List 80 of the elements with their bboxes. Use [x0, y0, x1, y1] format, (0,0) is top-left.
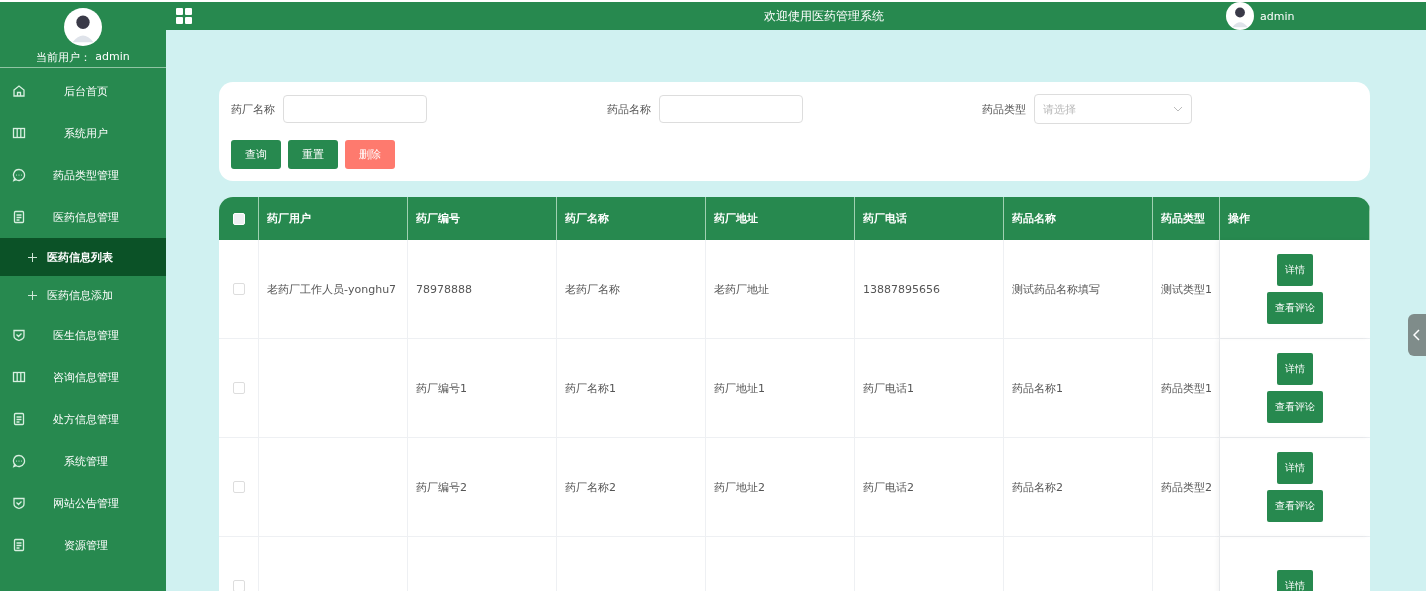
- table-cell: 老药厂地址: [714, 281, 769, 297]
- chevron-down-icon: [1173, 106, 1184, 112]
- chat-icon: [12, 454, 26, 468]
- table-cell: 药品类型2: [1161, 479, 1212, 495]
- column-header: 药厂名称: [557, 197, 706, 240]
- table-cell: 药厂名称2: [565, 479, 616, 495]
- field-label: 药品名称: [606, 101, 649, 117]
- document-icon: [12, 538, 26, 552]
- table-cell: 测试类型1: [1161, 281, 1212, 297]
- header-title: 欢迎使用医药管理系统: [764, 8, 884, 23]
- collapse-tab[interactable]: [1408, 314, 1426, 356]
- table-cell: 78978888: [416, 282, 472, 296]
- plus-icon: [28, 252, 37, 262]
- table-cell: 药厂编号1: [416, 380, 467, 396]
- table-cell: 药品名称2: [1012, 479, 1063, 495]
- row-checkbox[interactable]: [232, 283, 245, 295]
- column-header: 药厂用户: [259, 197, 408, 240]
- action-button[interactable]: 重置: [288, 140, 338, 169]
- shield-icon: [12, 496, 26, 510]
- table-cell: 药品名称1: [1012, 380, 1063, 396]
- row-checkbox[interactable]: [232, 580, 245, 591]
- menu-item[interactable]: 医生信息管理: [0, 314, 166, 356]
- table-cell: 老药厂工作人员-yonghu7: [267, 281, 397, 297]
- document-icon: [12, 412, 26, 426]
- document-icon: [12, 210, 26, 224]
- chat-icon: [12, 168, 26, 182]
- menu-item[interactable]: 后台首页: [0, 70, 166, 112]
- column-header: 药品名称: [1004, 197, 1153, 240]
- columns-icon: [12, 126, 26, 140]
- detail-button[interactable]: 详情: [1277, 254, 1313, 286]
- column-header: 药品类型: [1153, 197, 1220, 240]
- table-cell: 测试药品名称填写: [1012, 281, 1100, 297]
- field-label: 药厂名称: [231, 101, 273, 117]
- table-cell: 药厂电话1: [863, 380, 914, 396]
- menu-item[interactable]: 资源管理: [0, 524, 166, 566]
- chevron-left-icon: [1413, 329, 1421, 341]
- input-field[interactable]: [283, 95, 427, 123]
- input-field[interactable]: [658, 95, 803, 123]
- menu-item[interactable]: 处方信息管理: [0, 398, 166, 440]
- table-cell: 老药厂名称: [565, 281, 620, 297]
- columns-icon: [12, 370, 26, 384]
- comments-button[interactable]: 查看评论: [1267, 391, 1323, 423]
- detail-button[interactable]: 详情: [1277, 452, 1313, 484]
- menu-item[interactable]: 系统用户: [0, 112, 166, 154]
- action-button[interactable]: 删除: [345, 140, 395, 169]
- column-header: 药厂电话: [855, 197, 1004, 240]
- row-checkbox[interactable]: [232, 481, 245, 493]
- table-cell: 药厂地址2: [714, 479, 765, 495]
- table-cell: 药厂电话2: [863, 479, 914, 495]
- table-cell: 药厂地址1: [714, 380, 765, 396]
- select-all-checkbox[interactable]: [232, 212, 245, 225]
- action-button[interactable]: 查询: [231, 140, 281, 169]
- header-user-name[interactable]: admin: [1260, 9, 1295, 23]
- column-header: 药厂地址: [706, 197, 855, 240]
- table-cell: 药厂编号2: [416, 479, 467, 495]
- row-checkbox[interactable]: [232, 382, 245, 394]
- table-cell: 13887895656: [863, 282, 940, 296]
- avatar-icon: [64, 8, 102, 46]
- detail-button[interactable]: 详情: [1277, 570, 1313, 591]
- detail-button[interactable]: 详情: [1277, 353, 1313, 385]
- menu-item[interactable]: 网站公告管理: [0, 482, 166, 524]
- submenu-item[interactable]: 医药信息添加: [0, 276, 166, 314]
- menu-item[interactable]: 系统管理: [0, 440, 166, 482]
- shield-icon: [12, 328, 26, 342]
- current-user-label: 当前用户：: [36, 50, 92, 65]
- menu-item[interactable]: 咨询信息管理: [0, 356, 166, 398]
- submenu-item[interactable]: 医药信息列表: [0, 238, 166, 276]
- grid-menu-icon[interactable]: [176, 8, 192, 24]
- field-label: 药品类型: [982, 101, 1025, 117]
- column-header: 药厂编号: [408, 197, 557, 240]
- comments-button[interactable]: 查看评论: [1267, 490, 1323, 522]
- current-user-name: admin: [95, 50, 130, 65]
- plus-icon: [28, 290, 37, 300]
- home-icon: [12, 84, 26, 98]
- menu-item[interactable]: 医药信息管理: [0, 196, 166, 238]
- table-cell: 药品类型1: [1161, 380, 1212, 396]
- table-cell: 药厂名称1: [565, 380, 616, 396]
- menu-item[interactable]: 药品类型管理: [0, 154, 166, 196]
- column-header: 操作: [1220, 197, 1370, 240]
- comments-button[interactable]: 查看评论: [1267, 292, 1323, 324]
